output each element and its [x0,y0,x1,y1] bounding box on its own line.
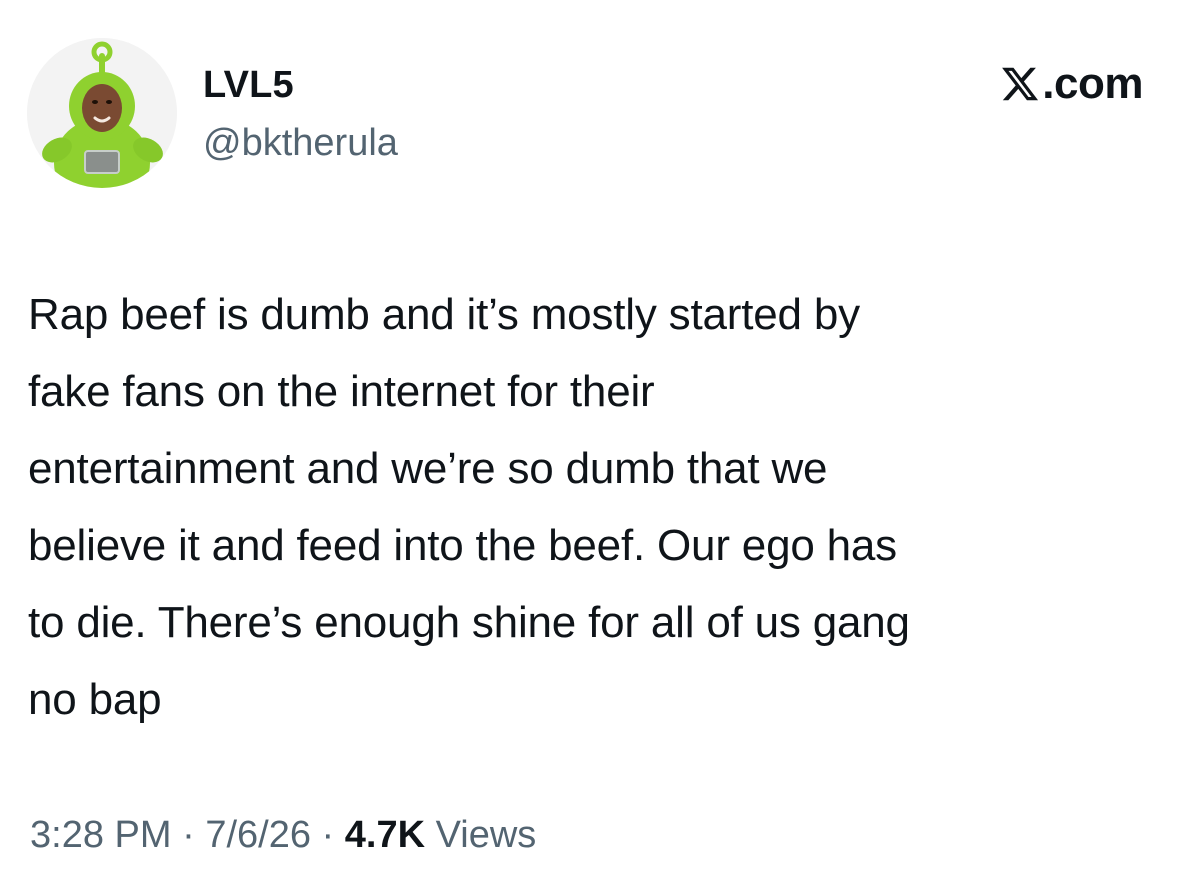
avatar[interactable] [27,38,177,188]
display-name[interactable]: LVL5 [203,62,294,108]
tweet-time[interactable]: 3:28 PM [30,814,172,856]
teletubby-avatar [27,38,177,188]
view-count[interactable]: 4.7K [345,814,425,856]
views-label: Views [425,814,537,856]
tweet-date[interactable]: 7/6/26 [205,814,311,856]
tweet-text: Rap beef is dumb and it’s mostly started… [28,290,910,724]
user-handle[interactable]: @bktherula [203,120,398,166]
meta-separator: · [310,814,345,856]
brand-watermark: .com [1000,58,1143,110]
brand-label: .com [1042,59,1143,108]
tweet-metadata: 3:28 PM · 7/6/26 · 4.7K Views [30,810,536,860]
x-logo-icon [1000,64,1040,104]
meta-separator: · [171,814,206,856]
